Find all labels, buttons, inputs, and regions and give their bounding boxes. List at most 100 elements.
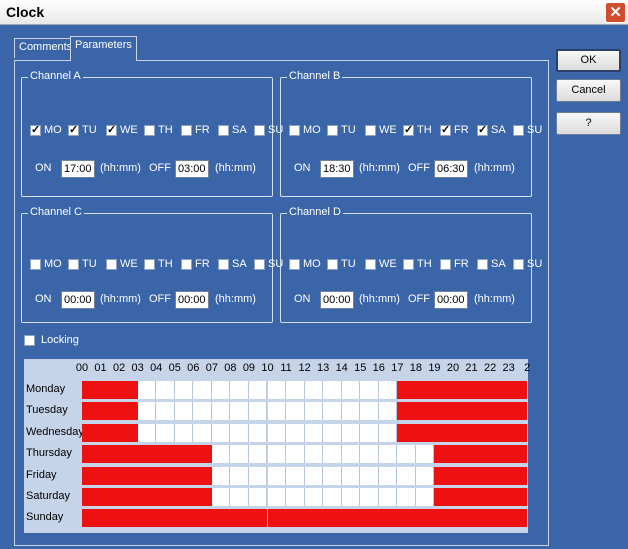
- schedule-cell[interactable]: [378, 509, 398, 528]
- schedule-cell[interactable]: [323, 466, 342, 485]
- schedule-cell[interactable]: [193, 466, 212, 485]
- schedule-cell[interactable]: [508, 402, 528, 421]
- schedule-cell[interactable]: [508, 488, 528, 506]
- schedule-cell[interactable]: [378, 423, 398, 442]
- schedule-cell[interactable]: [453, 466, 472, 485]
- schedule-cell[interactable]: [341, 381, 361, 399]
- tab-parameters[interactable]: Parameters: [70, 36, 137, 61]
- schedule-cell[interactable]: [286, 445, 305, 464]
- schedule-cell[interactable]: [119, 381, 138, 399]
- schedule-cell[interactable]: [82, 445, 101, 464]
- day-checkbox-tu[interactable]: [327, 259, 338, 270]
- schedule-cell[interactable]: [508, 445, 528, 464]
- schedule-cell[interactable]: [230, 445, 249, 464]
- schedule-cell[interactable]: [248, 402, 268, 421]
- schedule-cell[interactable]: [508, 466, 528, 485]
- schedule-cell[interactable]: [490, 402, 509, 421]
- schedule-cell[interactable]: [119, 488, 138, 506]
- schedule-cell[interactable]: [267, 488, 287, 506]
- day-checkbox-mo[interactable]: [289, 125, 300, 136]
- day-checkbox-we[interactable]: [106, 259, 117, 270]
- schedule-cell[interactable]: [341, 423, 361, 442]
- schedule-cell[interactable]: [286, 402, 305, 421]
- schedule-cell[interactable]: [397, 466, 416, 485]
- locking-checkbox[interactable]: [24, 335, 35, 346]
- schedule-cell[interactable]: [156, 466, 175, 485]
- schedule-cell[interactable]: [193, 509, 212, 528]
- schedule-cell[interactable]: [323, 423, 342, 442]
- schedule-cell[interactable]: [82, 423, 101, 442]
- schedule-cell[interactable]: [100, 423, 120, 442]
- schedule-cell[interactable]: [230, 509, 249, 528]
- schedule-cell[interactable]: [248, 488, 268, 506]
- schedule-cell[interactable]: [211, 509, 231, 528]
- off-time-input[interactable]: 00:00: [175, 291, 209, 309]
- schedule-cell[interactable]: [230, 423, 249, 442]
- day-checkbox-th[interactable]: [403, 123, 414, 136]
- schedule-cell[interactable]: [397, 423, 416, 442]
- schedule-cell[interactable]: [415, 488, 435, 506]
- schedule-cell[interactable]: [508, 423, 528, 442]
- schedule-cell[interactable]: [137, 445, 157, 464]
- day-checkbox-su[interactable]: [254, 259, 265, 270]
- schedule-cell[interactable]: [156, 423, 175, 442]
- day-checkbox-fr[interactable]: [440, 123, 451, 136]
- schedule-cell[interactable]: [453, 381, 472, 399]
- schedule-cell[interactable]: [248, 509, 268, 528]
- on-time-input[interactable]: 17:00: [61, 160, 95, 178]
- schedule-cell[interactable]: [267, 402, 287, 421]
- schedule-cell[interactable]: [267, 423, 287, 442]
- schedule-cell[interactable]: [211, 381, 231, 399]
- schedule-cell[interactable]: [397, 402, 416, 421]
- schedule-cell[interactable]: [490, 445, 509, 464]
- schedule-cell[interactable]: [453, 402, 472, 421]
- schedule-cell[interactable]: [378, 466, 398, 485]
- schedule-cell[interactable]: [453, 423, 472, 442]
- on-time-input[interactable]: 00:00: [61, 291, 95, 309]
- schedule-cell[interactable]: [471, 402, 491, 421]
- schedule-cell[interactable]: [323, 402, 342, 421]
- schedule-cell[interactable]: [286, 423, 305, 442]
- schedule-cell[interactable]: [174, 423, 194, 442]
- schedule-cell[interactable]: [453, 488, 472, 506]
- schedule-cell[interactable]: [193, 488, 212, 506]
- schedule-cell[interactable]: [378, 488, 398, 506]
- day-checkbox-fr[interactable]: [181, 259, 192, 270]
- close-icon[interactable]: ✕: [605, 2, 626, 23]
- schedule-cell[interactable]: [82, 466, 101, 485]
- schedule-cell[interactable]: [453, 509, 472, 528]
- day-checkbox-we[interactable]: [365, 125, 376, 136]
- schedule-cell[interactable]: [100, 488, 120, 506]
- schedule-cell[interactable]: [286, 488, 305, 506]
- schedule-cell[interactable]: [397, 445, 416, 464]
- schedule-cell[interactable]: [248, 381, 268, 399]
- schedule-cell[interactable]: [174, 381, 194, 399]
- day-checkbox-fr[interactable]: [181, 125, 192, 136]
- schedule-cell[interactable]: [82, 509, 101, 528]
- day-checkbox-mo[interactable]: [30, 259, 41, 270]
- schedule-cell[interactable]: [304, 488, 324, 506]
- schedule-cell[interactable]: [248, 423, 268, 442]
- on-time-input[interactable]: 18:30: [320, 160, 354, 178]
- day-checkbox-th[interactable]: [403, 259, 414, 270]
- schedule-cell[interactable]: [434, 402, 453, 421]
- schedule-cell[interactable]: [378, 402, 398, 421]
- schedule-cell[interactable]: [341, 402, 361, 421]
- schedule-cell[interactable]: [415, 509, 435, 528]
- day-checkbox-su[interactable]: [513, 259, 524, 270]
- schedule-cell[interactable]: [267, 445, 287, 464]
- schedule-cell[interactable]: [230, 488, 249, 506]
- schedule-cell[interactable]: [397, 509, 416, 528]
- schedule-cell[interactable]: [415, 445, 435, 464]
- off-time-input[interactable]: 06:30: [434, 160, 468, 178]
- off-time-input[interactable]: 03:00: [175, 160, 209, 178]
- day-checkbox-we[interactable]: [106, 123, 117, 136]
- schedule-cell[interactable]: [323, 445, 342, 464]
- schedule-cell[interactable]: [100, 445, 120, 464]
- schedule-cell[interactable]: [267, 509, 287, 528]
- schedule-cell[interactable]: [156, 381, 175, 399]
- schedule-cell[interactable]: [211, 445, 231, 464]
- schedule-cell[interactable]: [434, 509, 453, 528]
- schedule-cell[interactable]: [341, 488, 361, 506]
- day-checkbox-th[interactable]: [144, 125, 155, 136]
